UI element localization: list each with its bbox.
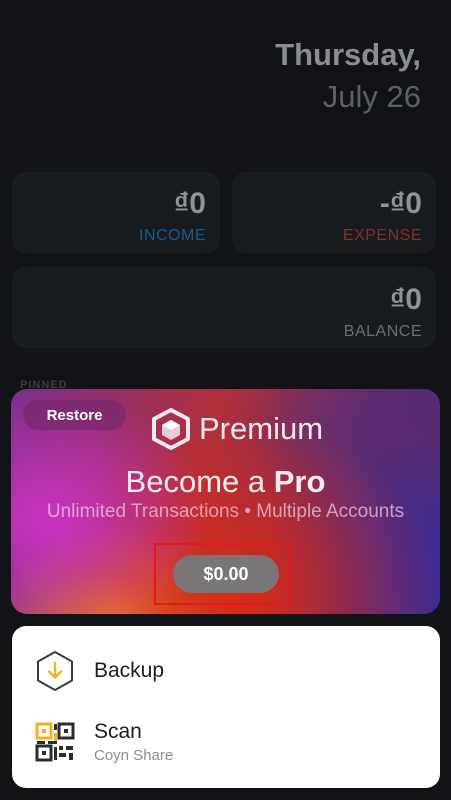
premium-brand-text: Premium bbox=[199, 411, 324, 446]
premium-promo-banner[interactable]: Restore Premium Become a Pro Unlimited T… bbox=[11, 389, 440, 614]
premium-logo-icon bbox=[152, 408, 190, 450]
backup-text: Backup bbox=[94, 659, 164, 683]
income-amount: ₫0 bbox=[173, 187, 206, 220]
headline-emphasis: Pro bbox=[273, 464, 326, 499]
expense-amount: -₫0 bbox=[379, 187, 422, 220]
date-header: Thursday, July 26 bbox=[275, 38, 421, 114]
scan-title: Scan bbox=[94, 720, 142, 743]
premium-brand: Premium bbox=[149, 407, 323, 451]
promo-features: Unlimited Transactions • Multiple Accoun… bbox=[46, 501, 405, 522]
action-sheet: Backup Scan Coyn Share bbox=[12, 626, 440, 788]
balance-label: BALANCE bbox=[343, 323, 422, 340]
price-highlight-box bbox=[154, 543, 290, 605]
date-month-day: July 26 bbox=[322, 79, 421, 114]
balance-card[interactable]: ₫0 BALANCE bbox=[12, 266, 436, 348]
headline-prefix: Become a bbox=[125, 464, 274, 499]
scan-text: Scan Coyn Share bbox=[94, 720, 173, 764]
date-weekday: Thursday, bbox=[275, 37, 421, 72]
promo-headline: Become a Pro bbox=[11, 464, 440, 500]
income-card[interactable]: ₫0 INCOME bbox=[12, 172, 220, 254]
restore-button[interactable]: Restore bbox=[23, 400, 126, 430]
expense-card[interactable]: -₫0 EXPENSE bbox=[232, 172, 436, 254]
balance-amount: ₫0 bbox=[389, 283, 422, 316]
expense-label: EXPENSE bbox=[342, 227, 422, 244]
scan-subtitle: Coyn Share bbox=[94, 747, 174, 764]
income-label: INCOME bbox=[139, 227, 206, 244]
download-icon bbox=[37, 651, 73, 691]
qr-code-icon bbox=[35, 722, 75, 762]
scan-action[interactable]: Scan Coyn Share bbox=[12, 716, 440, 768]
backup-action[interactable]: Backup bbox=[12, 646, 440, 696]
backup-title: Backup bbox=[94, 659, 165, 682]
